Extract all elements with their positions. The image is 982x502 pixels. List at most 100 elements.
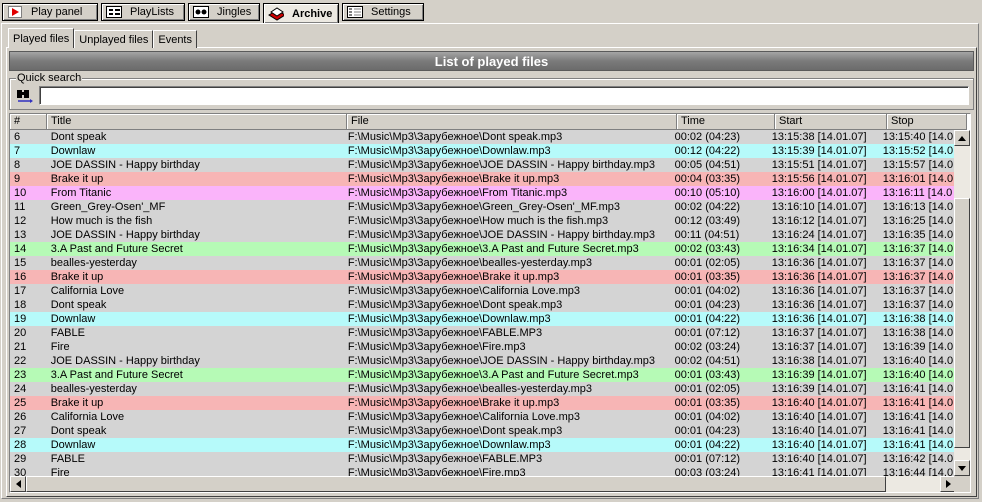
cell-title: How much is the fish [50,215,153,227]
cell-stop: 13:16:41 [14.0 [882,425,954,437]
tab-events[interactable]: Events [153,30,197,48]
cell-time: 00:10 (05:10) [674,187,741,199]
table-row[interactable]: 6 Dont speak F:\Music\Mp3\Зарубежное\Dont … [10,130,958,144]
cell-time: 00:12 (04:22) [674,145,741,157]
cell-title: From Titanic [50,187,112,199]
table-row[interactable]: 15 bealles-yesterday F:\Music\Mp3\Зарубежн… [10,256,958,270]
cell-stop: 13:16:38 [14.0 [882,313,954,325]
cell-number: 29 [14,453,27,465]
table-row[interactable]: 16 Brake it up F:\Music\Mp3\Зарубежное\Bra… [10,270,958,284]
cell-file: F:\Music\Mp3\Зарубежное\JOE DASSIN - Hap… [347,229,655,241]
cell-stop: 13:16:37 [14.0 [882,257,954,269]
horizontal-scroll-thumb[interactable] [26,476,886,492]
column-stop[interactable]: Stop [887,114,967,130]
cell-title: Downlaw [50,313,96,325]
cell-stop: 13:16:39 [14.0 [882,341,954,353]
cell-title: bealles-yesterday [50,383,137,395]
cell-stop: 13:15:57 [14.0 [882,159,954,171]
cell-number: 9 [14,173,21,185]
cell-file: F:\Music\Mp3\Зарубежное\bealles-yesterda… [347,257,593,269]
table-row[interactable]: 27 Dont speak F:\Music\Mp3\Зарубежное\Dont… [10,424,958,438]
column-file[interactable]: File [347,114,677,130]
cell-stop: 13:15:40 [14.0 [882,131,954,143]
table-row[interactable]: 13 JOE DASSIN - Happy birthday F:\Music\Mp… [10,228,958,242]
cell-file: F:\Music\Mp3\Зарубежное\California Love.… [347,411,580,423]
table-row[interactable]: 21 Fire F:\Music\Mp3\Зарубежное\Fire.mp3 00… [10,340,958,354]
cell-stop: 13:16:01 [14.0 [882,173,954,185]
table-row[interactable]: 8 JOE DASSIN - Happy birthday F:\Music\Mp3… [10,158,958,172]
tab-playlists[interactable]: PlayLists [101,3,185,21]
table-row[interactable]: 28 Downlaw F:\Music\Mp3\Зарубежное\Downlaw… [10,438,958,452]
table-row[interactable]: 29 FABLE F:\Music\Mp3\Зарубежное\FABLE.MP3… [10,452,958,466]
cell-time: 00:02 (04:22) [674,201,741,213]
table-row[interactable]: 24 bealles-yesterday F:\Music\Mp3\Зарубежн… [10,382,958,396]
table-row[interactable]: 20 FABLE F:\Music\Mp3\Зарубежное\FABLE.MP3… [10,326,958,340]
cell-number: 27 [14,425,27,437]
cell-start: 13:16:40 [14.01.07] [771,425,867,437]
table-row[interactable]: 12 How much is the fish F:\Music\Mp3\Заруб… [10,214,958,228]
cell-number: 16 [14,271,27,283]
cell-start: 13:15:56 [14.01.07] [771,173,867,185]
cell-number: 14 [14,243,27,255]
tab-play-panel[interactable]: Play panel [2,3,98,21]
cell-start: 13:16:38 [14.01.07] [771,355,867,367]
quick-search-input[interactable] [39,86,969,105]
cell-title: Dont speak [50,425,107,437]
tab-label: Play panel [31,6,83,18]
table-header: # Title File Time Start Stop [10,114,970,130]
table-row[interactable]: 17 California Love F:\Music\Mp3\Зарубежное… [10,284,958,298]
vertical-scroll-thumb[interactable] [954,198,970,448]
cell-number: 8 [14,159,21,171]
cell-title: 3.A Past and Future Secret [50,243,183,255]
cell-time: 00:05 (04:51) [674,159,741,171]
column-number[interactable]: # [10,114,47,130]
table-row[interactable]: 25 Brake it up F:\Music\Mp3\Зарубежное\Bra… [10,396,958,410]
binoculars-icon[interactable] [15,87,33,105]
settings-icon [347,6,363,18]
scroll-down-button[interactable] [954,460,970,476]
table-row[interactable]: 18 Dont speak F:\Music\Mp3\Зарубежное\Dont… [10,298,958,312]
table-row[interactable]: 9 Brake it up F:\Music\Mp3\Зарубежное\Brak… [10,172,958,186]
tab-settings[interactable]: Settings [342,3,424,21]
arrow-right-icon [945,480,951,488]
cell-stop: 13:15:52 [14.0 [882,145,954,157]
played-files-table: # Title File Time Start Stop 6 Dont speak… [9,113,971,493]
cell-file: F:\Music\Mp3\Зарубежное\Brake it up.mp3 [347,173,560,185]
cell-start: 13:16:36 [14.01.07] [771,313,867,325]
scroll-left-button[interactable] [10,476,26,492]
cell-title: Green_Grey-Osen'_MF [50,201,166,213]
tab-unplayed-files[interactable]: Unplayed files [74,30,154,48]
table-row[interactable]: 19 Downlaw F:\Music\Mp3\Зарубежное\Downlaw… [10,312,958,326]
table-row[interactable]: 23 3.A Past and Future Secret F:\Music\Mp3… [10,368,958,382]
cell-number: 11 [14,201,26,213]
vertical-scrollbar[interactable] [954,130,970,476]
tab-played-files[interactable]: Played files [8,28,75,48]
cell-file: F:\Music\Mp3\Зарубежное\From Titanic.mp3 [347,187,568,199]
table-body: 6 Dont speak F:\Music\Mp3\Зарубежное\Dont … [10,130,958,477]
cell-file: F:\Music\Mp3\Зарубежное\California Love.… [347,285,580,297]
table-row[interactable]: 14 3.A Past and Future Secret F:\Music\Mp3… [10,242,958,256]
cell-time: 00:01 (07:12) [674,453,741,465]
cell-time: 00:01 (04:23) [674,425,741,437]
main-tabs: Play panel PlayLists Jingles Archive Set… [2,3,427,23]
cell-title: California Love [50,285,125,297]
tab-label: Archive [292,7,333,20]
horizontal-scrollbar[interactable] [10,476,956,492]
cell-file: F:\Music\Mp3\Зарубежное\Downlaw.mp3 [347,313,551,325]
table-row[interactable]: 22 JOE DASSIN - Happy birthday F:\Music\Mp… [10,354,958,368]
table-row[interactable]: 10 From Titanic F:\Music\Mp3\Зарубежное\Fr… [10,186,958,200]
table-row[interactable]: 26 California Love F:\Music\Mp3\Зарубежное… [10,410,958,424]
cell-title: FABLE [50,453,85,465]
table-row[interactable]: 11 Green_Grey-Osen'_MF F:\Music\Mp3\Зарубе… [10,200,958,214]
tab-archive[interactable]: Archive [263,3,339,23]
column-start[interactable]: Start [775,114,887,130]
cell-time: 00:04 (03:35) [674,173,741,185]
column-title[interactable]: Title [47,114,347,130]
table-row[interactable]: 7 Downlaw F:\Music\Mp3\Зарубежное\Downlaw.… [10,144,958,158]
scroll-up-button[interactable] [954,130,970,146]
cell-stop: 13:16:35 [14.0 [882,229,954,241]
cell-time: 00:01 (04:22) [674,439,741,451]
cell-start: 13:16:39 [14.01.07] [771,383,867,395]
tab-jingles[interactable]: Jingles [188,3,260,21]
column-time[interactable]: Time [677,114,775,130]
